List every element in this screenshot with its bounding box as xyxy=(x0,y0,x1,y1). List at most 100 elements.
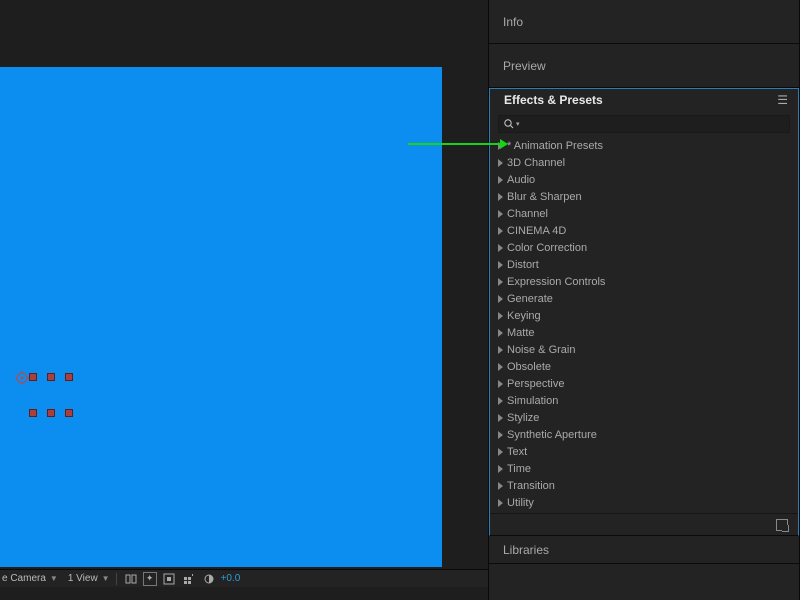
disclosure-triangle-icon xyxy=(498,312,503,320)
resize-handle-top-right[interactable] xyxy=(65,373,73,381)
resize-handle-top-left[interactable] xyxy=(29,373,37,381)
layer-selection-handles[interactable] xyxy=(29,373,73,417)
resize-handle-bottom-left[interactable] xyxy=(29,409,37,417)
disclosure-triangle-icon xyxy=(498,210,503,218)
category-label: Stylize xyxy=(507,412,539,424)
category-label: Matte xyxy=(507,327,535,339)
effects-category-perspective[interactable]: Perspective xyxy=(490,375,798,392)
panel-menu-icon[interactable]: ☰ xyxy=(777,93,788,107)
effects-search-row: ▾ xyxy=(490,111,798,137)
disclosure-triangle-icon xyxy=(498,261,503,269)
category-label: Audio xyxy=(507,174,535,186)
category-label: Color Correction xyxy=(507,242,587,254)
effects-panel-header[interactable]: Effects & Presets ☰ xyxy=(490,89,798,111)
effects-category-distort[interactable]: Distort xyxy=(490,256,798,273)
resize-handle-bottom-mid[interactable] xyxy=(47,409,55,417)
effects-presets-panel: Effects & Presets ☰ ▾ * Animation Preset… xyxy=(489,88,799,536)
info-panel-header[interactable]: Info xyxy=(489,0,799,44)
disclosure-triangle-icon xyxy=(498,397,503,405)
effects-category-audio[interactable]: Audio xyxy=(490,171,798,188)
libraries-panel-header[interactable]: Libraries xyxy=(489,536,799,564)
category-label: Keying xyxy=(507,310,541,322)
panel-title: Preview xyxy=(503,59,546,73)
category-label: Generate xyxy=(507,293,553,305)
effects-category-list: * Animation Presets 3D Channel Audio Blu… xyxy=(490,137,798,511)
anchor-point-icon[interactable] xyxy=(15,371,29,385)
chevron-down-small-icon: ▾ xyxy=(516,120,520,128)
effects-category-blur-sharpen[interactable]: Blur & Sharpen xyxy=(490,188,798,205)
disclosure-triangle-icon xyxy=(498,431,503,439)
disclosure-triangle-icon xyxy=(498,176,503,184)
resize-handle-top-mid[interactable] xyxy=(47,373,55,381)
disclosure-triangle-icon xyxy=(498,193,503,201)
disclosure-triangle-icon xyxy=(498,329,503,337)
effects-category-obsolete[interactable]: Obsolete xyxy=(490,358,798,375)
category-label: Utility xyxy=(507,497,534,509)
disclosure-triangle-icon xyxy=(498,142,503,150)
disclosure-triangle-icon xyxy=(498,295,503,303)
panel-title: Effects & Presets xyxy=(504,93,603,107)
viewport-frame xyxy=(0,67,442,567)
effects-category-noise-grain[interactable]: Noise & Grain xyxy=(490,341,798,358)
exposure-value[interactable]: +0.0 xyxy=(221,573,241,584)
disclosure-triangle-icon xyxy=(498,414,503,422)
preview-panel-header[interactable]: Preview xyxy=(489,44,799,88)
view-dropdown[interactable]: 1 View xyxy=(68,573,98,584)
disclosure-triangle-icon xyxy=(498,346,503,354)
category-label: Text xyxy=(507,446,527,458)
disclosure-triangle-icon xyxy=(498,159,503,167)
disclosure-triangle-icon xyxy=(498,363,503,371)
composition-viewport[interactable] xyxy=(0,67,442,567)
effects-category-expression-controls[interactable]: Expression Controls xyxy=(490,273,798,290)
disclosure-triangle-icon xyxy=(498,380,503,388)
effects-category-transition[interactable]: Transition xyxy=(490,477,798,494)
toggle-pixel-aspect-icon[interactable] xyxy=(123,572,139,586)
composition-area: e Camera ▼ 1 View ▼ ✦ +0.0 xyxy=(0,0,488,600)
toggle-transparency-icon[interactable]: ✦ xyxy=(143,572,157,586)
category-label: Distort xyxy=(507,259,539,271)
effects-panel-footer xyxy=(490,513,798,535)
category-label: Synthetic Aperture xyxy=(507,429,597,441)
effects-category-synthetic-aperture[interactable]: Synthetic Aperture xyxy=(490,426,798,443)
effects-category-keying[interactable]: Keying xyxy=(490,307,798,324)
category-label: Obsolete xyxy=(507,361,551,373)
effects-search-input[interactable] xyxy=(522,118,785,130)
category-label: Simulation xyxy=(507,395,558,407)
effects-search[interactable]: ▾ xyxy=(498,115,790,133)
exposure-icon[interactable] xyxy=(201,572,217,586)
effects-category-cinema-4d[interactable]: CINEMA 4D xyxy=(490,222,798,239)
effects-category-stylize[interactable]: Stylize xyxy=(490,409,798,426)
search-icon xyxy=(503,118,515,130)
disclosure-triangle-icon xyxy=(498,244,503,252)
effects-category-time[interactable]: Time xyxy=(490,460,798,477)
disclosure-triangle-icon xyxy=(498,482,503,490)
effects-category-simulation[interactable]: Simulation xyxy=(490,392,798,409)
camera-dropdown[interactable]: e Camera xyxy=(2,573,46,584)
category-label: Transition xyxy=(507,480,555,492)
effects-category-text[interactable]: Text xyxy=(490,443,798,460)
category-label: Time xyxy=(507,463,531,475)
category-label: Expression Controls xyxy=(507,276,605,288)
effects-category-matte[interactable]: Matte xyxy=(490,324,798,341)
right-panel-group: Info Preview Effects & Presets ☰ ▾ * Ani… xyxy=(488,0,800,600)
category-label: Channel xyxy=(507,208,548,220)
panel-title: Info xyxy=(503,15,523,29)
panel-title: Libraries xyxy=(503,543,549,557)
toggle-mask-icon[interactable] xyxy=(161,572,177,586)
disclosure-triangle-icon xyxy=(498,499,503,507)
effects-category-3d-channel[interactable]: 3D Channel xyxy=(490,154,798,171)
effects-category-generate[interactable]: Generate xyxy=(490,290,798,307)
effects-category-color-correction[interactable]: Color Correction xyxy=(490,239,798,256)
effects-category-utility[interactable]: Utility xyxy=(490,494,798,511)
category-label: Blur & Sharpen xyxy=(507,191,582,203)
effects-category-animation-presets[interactable]: * Animation Presets xyxy=(490,137,798,154)
resize-handle-bottom-right[interactable] xyxy=(65,409,73,417)
chevron-down-icon: ▼ xyxy=(50,574,58,583)
chevron-down-icon: ▼ xyxy=(102,574,110,583)
disclosure-triangle-icon xyxy=(498,227,503,235)
new-bin-icon[interactable] xyxy=(776,519,788,531)
effects-category-channel[interactable]: Channel xyxy=(490,205,798,222)
category-label: 3D Channel xyxy=(507,157,565,169)
region-of-interest-icon[interactable] xyxy=(181,572,197,586)
disclosure-triangle-icon xyxy=(498,465,503,473)
